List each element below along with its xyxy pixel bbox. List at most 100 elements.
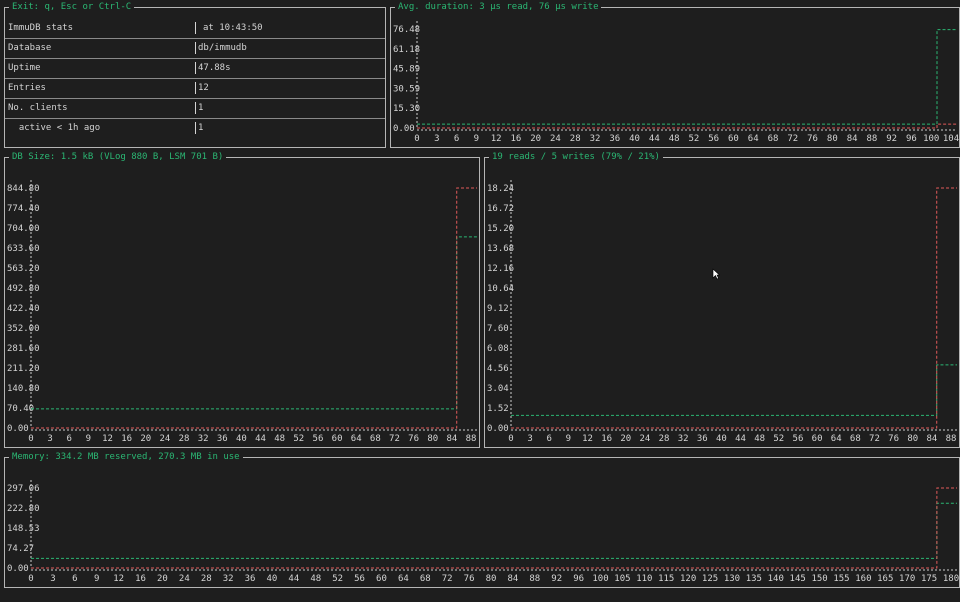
x-tick-label: 24 xyxy=(159,434,170,444)
x-tick-label: 68 xyxy=(850,434,861,444)
y-tick-label: 422.40 xyxy=(7,304,40,314)
x-tick-label: 84 xyxy=(847,134,858,144)
x-tick-label: 32 xyxy=(198,434,209,444)
x-tick-label: 60 xyxy=(728,134,739,144)
x-tick-label: 3 xyxy=(50,574,55,584)
x-tick-label: 6 xyxy=(72,574,77,584)
stats-panel-title: Exit: q, Esc or Ctrl-C xyxy=(9,1,135,13)
stats-value: 1 xyxy=(198,103,204,113)
x-tick-label: 32 xyxy=(678,434,689,444)
stats-value: 1 xyxy=(198,123,204,133)
x-tick-label: 104 xyxy=(943,134,959,144)
x-tick-label: 105 xyxy=(614,574,630,584)
stats-value: db/immudb xyxy=(198,43,247,53)
mouse-pointer-icon xyxy=(712,268,720,280)
memory-plot: 297.06222.80148.5374.270.000 3 6 9 12 16 20 24 2… xyxy=(7,480,959,584)
db-size-plot: 844.80 774.40 704.00 633.60 563.20 492.80 422.… xyxy=(7,180,477,444)
x-tick-label: 52 xyxy=(688,134,699,144)
y-tick-label: 18.24 xyxy=(487,184,514,194)
x-tick-label: 24 xyxy=(550,134,561,144)
x-tick-label: 40 xyxy=(236,434,247,444)
column-divider xyxy=(195,82,196,94)
stats-row: No. clients 1 xyxy=(5,98,385,118)
y-tick-label: 140.80 xyxy=(7,384,40,394)
x-tick-label: 12 xyxy=(102,434,113,444)
x-tick-label: 72 xyxy=(442,574,453,584)
y-tick-label: 13.68 xyxy=(487,244,514,254)
x-tick-label: 16 xyxy=(510,134,521,144)
x-tick-label: 68 xyxy=(420,574,431,584)
x-tick-label: 72 xyxy=(389,434,400,444)
x-tick-label: 36 xyxy=(697,434,708,444)
x-tick-label: 36 xyxy=(217,434,228,444)
y-tick-label: 15.30 xyxy=(393,104,420,114)
x-tick-label: 40 xyxy=(267,574,278,584)
x-tick-label: 96 xyxy=(573,574,584,584)
y-tick-label: 281.60 xyxy=(7,344,40,354)
x-tick-label: 16 xyxy=(135,574,146,584)
reads-writes-chart: 19 reads / 5 writes (79% / 21%) 18.24 16.… xyxy=(484,151,960,448)
x-tick-label: 9 xyxy=(474,134,479,144)
x-tick-label: 28 xyxy=(179,434,190,444)
series-line-write xyxy=(31,487,957,569)
db-size-chart: DB Size: 1.5 kB (VLog 880 B, LSM 701 B) … xyxy=(4,151,480,448)
column-divider xyxy=(195,122,196,134)
x-tick-label: 60 xyxy=(812,434,823,444)
x-tick-label: 84 xyxy=(446,434,457,444)
stats-panel: Exit: q, Esc or Ctrl-C ImmuDB stats at 10… xyxy=(4,1,386,148)
x-tick-label: 64 xyxy=(831,434,842,444)
x-tick-label: 80 xyxy=(427,434,438,444)
x-tick-label: 56 xyxy=(793,434,804,444)
x-tick-label: 20 xyxy=(157,574,168,584)
x-tick-label: 72 xyxy=(787,134,798,144)
x-tick-label: 52 xyxy=(773,434,784,444)
stats-row: active < 1h ago 1 xyxy=(5,118,385,138)
y-tick-label: 492.80 xyxy=(7,284,40,294)
x-tick-label: 0 xyxy=(28,574,33,584)
y-tick-label: 0.00 xyxy=(393,124,415,134)
y-tick-label: 15.20 xyxy=(487,224,514,234)
x-tick-label: 16 xyxy=(121,434,132,444)
x-tick-label: 28 xyxy=(659,434,670,444)
y-tick-label: 3.04 xyxy=(487,384,509,394)
stats-label: Database xyxy=(8,43,52,53)
x-tick-label: 88 xyxy=(946,434,957,444)
column-divider xyxy=(195,62,196,74)
x-tick-label: 48 xyxy=(669,134,680,144)
x-tick-label: 135 xyxy=(746,574,762,584)
x-tick-label: 76 xyxy=(807,134,818,144)
x-tick-label: 56 xyxy=(354,574,365,584)
x-tick-label: 6 xyxy=(454,134,459,144)
stats-label: Uptime xyxy=(8,63,41,73)
x-tick-label: 32 xyxy=(223,574,234,584)
x-tick-label: 16 xyxy=(601,434,612,444)
stats-row: Database db/immudb xyxy=(5,38,385,58)
x-tick-label: 36 xyxy=(245,574,256,584)
x-tick-label: 88 xyxy=(529,574,540,584)
y-tick-label: 774.40 xyxy=(7,204,40,214)
x-tick-label: 32 xyxy=(590,134,601,144)
y-tick-label: 563.20 xyxy=(7,264,40,274)
x-tick-label: 125 xyxy=(702,574,718,584)
x-tick-label: 12 xyxy=(582,434,593,444)
y-tick-label: 1.52 xyxy=(487,404,509,414)
y-tick-label: 74.27 xyxy=(7,544,34,554)
y-tick-label: 0.00 xyxy=(7,564,29,574)
reads-writes-plot: 18.24 16.72 15.20 13.68 12.16 10.64 9.12 7.60 6.… xyxy=(487,180,957,444)
x-tick-label: 52 xyxy=(293,434,304,444)
x-tick-label: 9 xyxy=(86,434,91,444)
stats-value: 12 xyxy=(198,83,209,93)
series-line-read xyxy=(511,364,957,416)
y-tick-label: 45.89 xyxy=(393,65,420,75)
x-tick-label: 155 xyxy=(833,574,849,584)
x-tick-label: 80 xyxy=(486,574,497,584)
y-tick-label: 844.80 xyxy=(7,184,40,194)
x-tick-label: 20 xyxy=(140,434,151,444)
x-tick-label: 0 xyxy=(28,434,33,444)
x-tick-label: 48 xyxy=(310,574,321,584)
y-tick-label: 222.80 xyxy=(7,504,40,514)
column-divider xyxy=(195,22,196,34)
series-line-write xyxy=(31,187,477,429)
x-tick-label: 110 xyxy=(636,574,652,584)
x-tick-label: 9 xyxy=(566,434,571,444)
